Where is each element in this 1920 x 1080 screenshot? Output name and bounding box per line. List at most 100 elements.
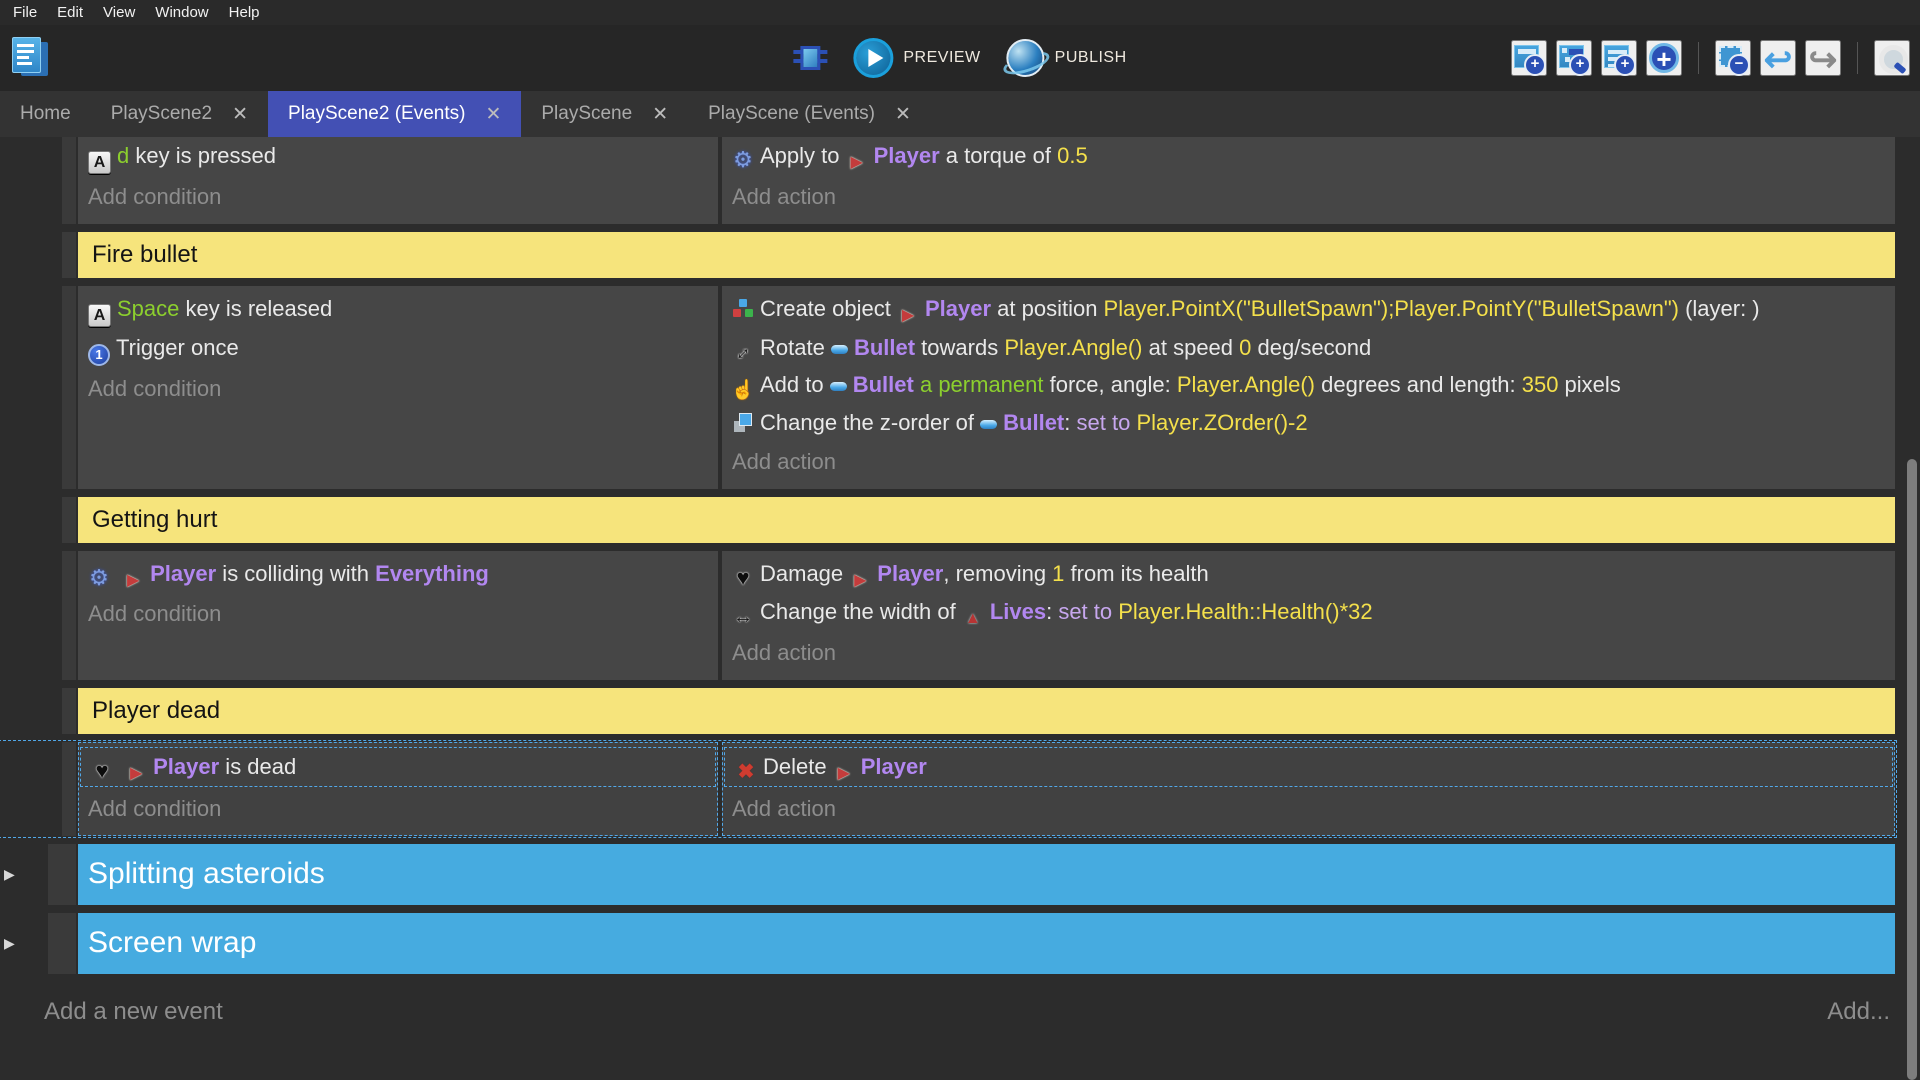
- undo-icon[interactable]: [1760, 40, 1796, 76]
- event-gutter[interactable]: [62, 688, 76, 734]
- condition-instruction[interactable]: Trigger once: [78, 329, 718, 368]
- comment-row: Player dead: [0, 688, 1895, 734]
- action-instruction[interactable]: Create object Player at position Player.…: [722, 290, 1895, 329]
- keyboard-icon: [88, 151, 111, 174]
- actions-cell: Apply to Player a torque of 0.5Add actio…: [722, 137, 1895, 224]
- preview-button[interactable]: PREVIEW: [853, 38, 980, 78]
- tab-playscene2-events-[interactable]: PlayScene2 (Events) ✕: [268, 91, 521, 137]
- add-condition-placeholder[interactable]: Add condition: [78, 593, 718, 635]
- preview-label: PREVIEW: [903, 49, 980, 67]
- event-cells: Player is colliding with EverythingAdd c…: [78, 551, 1895, 680]
- events-sheet: d key is pressedAdd conditionApply to Pl…: [0, 137, 1920, 1080]
- tab-playscene-events-[interactable]: PlayScene (Events) ✕: [688, 91, 931, 137]
- add-condition-placeholder[interactable]: Add condition: [78, 176, 718, 218]
- trigger-once-icon: [88, 344, 110, 366]
- group-gutter[interactable]: [48, 913, 76, 974]
- collapse-arrow-icon[interactable]: ▶: [4, 935, 22, 952]
- condition-instruction[interactable]: Space key is released: [78, 290, 718, 329]
- redo-icon[interactable]: [1805, 40, 1841, 76]
- vertical-scrollbar[interactable]: [1907, 459, 1917, 1080]
- lives-object-icon: [962, 608, 984, 630]
- action-instruction[interactable]: Change the width of Lives: set to Player…: [722, 593, 1895, 632]
- condition-instruction[interactable]: Player is dead: [81, 748, 715, 787]
- add-subevent-icon[interactable]: [1556, 40, 1592, 76]
- tab-label: Home: [20, 103, 71, 125]
- tab-label: PlayScene: [541, 103, 632, 125]
- event-gutter[interactable]: [62, 742, 76, 837]
- add-action-placeholder[interactable]: Add action: [722, 632, 1895, 674]
- event-row: Player is deadAdd conditionDelete Player…: [0, 742, 1895, 837]
- collapse-arrow-icon[interactable]: ▶: [4, 866, 22, 883]
- tab-home[interactable]: Home: [0, 91, 91, 137]
- add-circle-icon[interactable]: [1646, 40, 1682, 76]
- menu-item-view[interactable]: View: [98, 2, 148, 23]
- add-shortcut-link[interactable]: Add...: [1827, 998, 1890, 1026]
- add-action-placeholder[interactable]: Add action: [722, 788, 1895, 830]
- keyboard-icon: [88, 304, 111, 327]
- bullet-object-icon: [830, 382, 847, 391]
- event-gutter[interactable]: [62, 232, 76, 278]
- tab-close-icon[interactable]: ✕: [485, 103, 501, 126]
- event-gutter[interactable]: [62, 497, 76, 543]
- menu-item-file[interactable]: File: [8, 2, 50, 23]
- group-row: ▶ Splitting asteroids: [0, 844, 1895, 905]
- comment-text[interactable]: Player dead: [78, 688, 1895, 734]
- comment-text[interactable]: Fire bullet: [78, 232, 1895, 278]
- event-gutter[interactable]: [62, 137, 76, 224]
- menu-item-window[interactable]: Window: [150, 2, 221, 23]
- add-condition-placeholder[interactable]: Add condition: [78, 368, 718, 410]
- event-row: d key is pressedAdd conditionApply to Pl…: [0, 137, 1895, 224]
- comment-text[interactable]: Getting hurt: [78, 497, 1895, 543]
- search-icon[interactable]: [1874, 40, 1910, 76]
- add-action-placeholder[interactable]: Add action: [722, 441, 1895, 483]
- action-instruction[interactable]: Apply to Player a torque of 0.5: [722, 137, 1895, 176]
- tab-bar: HomePlayScene2✕PlayScene2 (Events)✕PlayS…: [0, 91, 1920, 137]
- event-cells: d key is pressedAdd conditionApply to Pl…: [78, 137, 1895, 224]
- menu-item-edit[interactable]: Edit: [52, 2, 96, 23]
- menu-item-help[interactable]: Help: [224, 2, 273, 23]
- add-new-event-link[interactable]: Add a new event: [44, 998, 223, 1026]
- actions-cell: Damage Player, removing 1 from its healt…: [722, 551, 1895, 680]
- event-gutter[interactable]: [62, 286, 76, 489]
- action-list: Damage Player, removing 1 from its healt…: [722, 555, 1895, 632]
- tab-playscene[interactable]: PlayScene ✕: [521, 91, 688, 137]
- remove-selection-icon[interactable]: [1715, 40, 1751, 76]
- add-condition-placeholder[interactable]: Add condition: [78, 788, 718, 830]
- event-row: Space key is releasedTrigger onceAdd con…: [0, 286, 1895, 489]
- gdevelop-logo-icon: [12, 37, 48, 79]
- condition-instruction[interactable]: d key is pressed: [78, 137, 718, 176]
- action-instruction[interactable]: Damage Player, removing 1 from its healt…: [722, 555, 1895, 594]
- comment-row: Getting hurt: [0, 497, 1895, 543]
- add-comment-icon[interactable]: [1601, 40, 1637, 76]
- conditions-cell: Player is deadAdd condition: [78, 742, 718, 837]
- action-list: Delete Player: [724, 747, 1893, 788]
- group-title[interactable]: Splitting asteroids: [78, 844, 1895, 905]
- player-object-icon: [897, 305, 919, 327]
- tab-label: PlayScene2: [111, 103, 212, 125]
- add-event-icon[interactable]: [1511, 40, 1547, 76]
- group-row: ▶ Screen wrap: [0, 913, 1895, 974]
- tab-playscene2[interactable]: PlayScene2 ✕: [91, 91, 268, 137]
- toolbar-divider: [1698, 42, 1699, 74]
- tab-label: PlayScene2 (Events): [288, 103, 465, 125]
- group-gutter[interactable]: [48, 844, 76, 905]
- action-instruction[interactable]: Delete Player: [725, 748, 1892, 787]
- physics-icon: [732, 149, 754, 171]
- publish-globe-icon: [1007, 39, 1045, 77]
- bullet-object-icon: [831, 345, 848, 354]
- debug-icon[interactable]: [793, 41, 827, 75]
- tab-label: PlayScene (Events): [708, 103, 875, 125]
- action-instruction[interactable]: Add to Bullet a permanent force, angle: …: [722, 366, 1895, 404]
- tab-close-icon[interactable]: ✕: [895, 103, 911, 126]
- event-gutter[interactable]: [62, 551, 76, 680]
- condition-instruction[interactable]: Player is colliding with Everything: [78, 555, 718, 594]
- group-title[interactable]: Screen wrap: [78, 913, 1895, 974]
- action-instruction[interactable]: Change the z-order of Bullet: set to Pla…: [722, 404, 1895, 441]
- tab-close-icon[interactable]: ✕: [652, 103, 668, 126]
- publish-button[interactable]: PUBLISH: [1007, 39, 1127, 77]
- add-action-placeholder[interactable]: Add action: [722, 176, 1895, 218]
- action-instruction[interactable]: Rotate Bullet towards Player.Angle() at …: [722, 329, 1895, 367]
- menu-bar: FileEditViewWindowHelp: [0, 0, 1920, 25]
- tab-close-icon[interactable]: ✕: [232, 103, 248, 126]
- comment-row: Fire bullet: [0, 232, 1895, 278]
